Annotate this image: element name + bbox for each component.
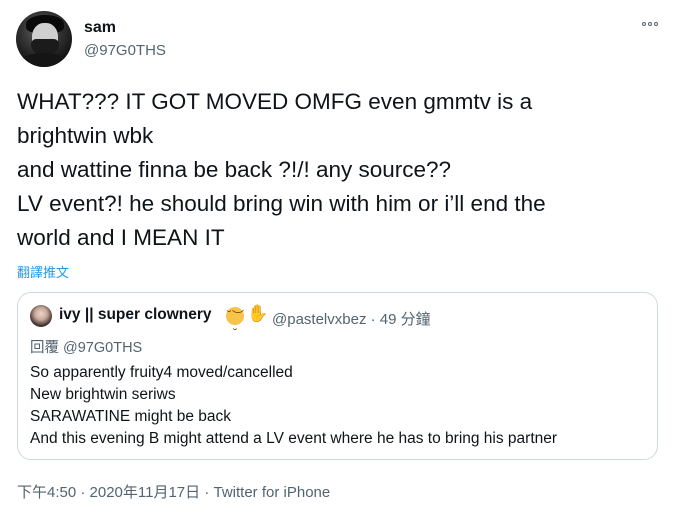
more-options-icon[interactable] bbox=[639, 15, 661, 33]
quoted-handle: @pastelvxbez bbox=[272, 311, 367, 328]
more-dot bbox=[642, 22, 646, 26]
tweet-text-line: LV event?! he should bring win with him … bbox=[17, 191, 546, 216]
quoted-handle-and-time: @pastelvxbez · 49 分鐘 bbox=[272, 308, 431, 329]
translate-tweet-link[interactable]: 翻譯推文 bbox=[17, 262, 69, 281]
more-dot bbox=[654, 22, 658, 26]
quoted-text-line: And this evening B might attend a LV eve… bbox=[30, 430, 558, 447]
author-handle[interactable]: @97G0THS bbox=[84, 42, 166, 59]
pensive-face-emoji-icon: ˘︶˘ bbox=[226, 307, 245, 341]
quoted-time: 49 分鐘 bbox=[379, 311, 431, 328]
tweet-header: sam @97G0THS bbox=[16, 11, 661, 69]
more-dot bbox=[648, 22, 652, 26]
avatar-shoulders bbox=[18, 53, 70, 67]
quoted-reply-to: 回覆 @97G0THS bbox=[30, 340, 143, 356]
tweet-text-line: world and I MEAN IT bbox=[17, 225, 225, 250]
quoted-text-line: SARAWATINE might be back bbox=[30, 408, 231, 425]
quoted-tweet[interactable]: ivy || super clownery ˘︶˘ ✋ @pastelvxbez… bbox=[17, 292, 658, 460]
raised-hand-emoji-icon: ✋ bbox=[247, 304, 269, 324]
quoted-text-line: So apparently fruity4 moved/cancelled bbox=[30, 364, 293, 381]
tweet-card: sam @97G0THS WHAT??? IT GOT MOVED OMFG e… bbox=[0, 0, 677, 516]
tweet-timestamp[interactable]: 下午4:50 · 2020年11月17日 bbox=[17, 484, 200, 501]
tweet-text-line: and wattine finna be back ?!/! any sourc… bbox=[17, 157, 452, 182]
quoted-display-name: ivy || super clownery bbox=[59, 306, 212, 323]
tweet-source-link[interactable]: Twitter for iPhone bbox=[214, 484, 331, 501]
tweet-text-line: WHAT??? IT GOT MOVED OMFG even gmmtv is … bbox=[17, 89, 533, 114]
author-display-name[interactable]: sam bbox=[84, 19, 116, 37]
quoted-avatar[interactable] bbox=[30, 305, 52, 327]
avatar[interactable] bbox=[16, 11, 72, 67]
separator-dot: · bbox=[370, 311, 376, 328]
tweet-text-line: brightwin wbk bbox=[17, 123, 154, 148]
quoted-text-line: New brightwin seriws bbox=[30, 386, 176, 403]
tweet-footer: 下午4:50 · 2020年11月17日 · Twitter for iPhon… bbox=[17, 481, 330, 502]
tweet-text: WHAT??? IT GOT MOVED OMFG even gmmtv is … bbox=[17, 85, 657, 255]
separator-dot: · bbox=[204, 484, 210, 501]
quoted-text: So apparently fruity4 moved/cancelled Ne… bbox=[30, 362, 557, 450]
